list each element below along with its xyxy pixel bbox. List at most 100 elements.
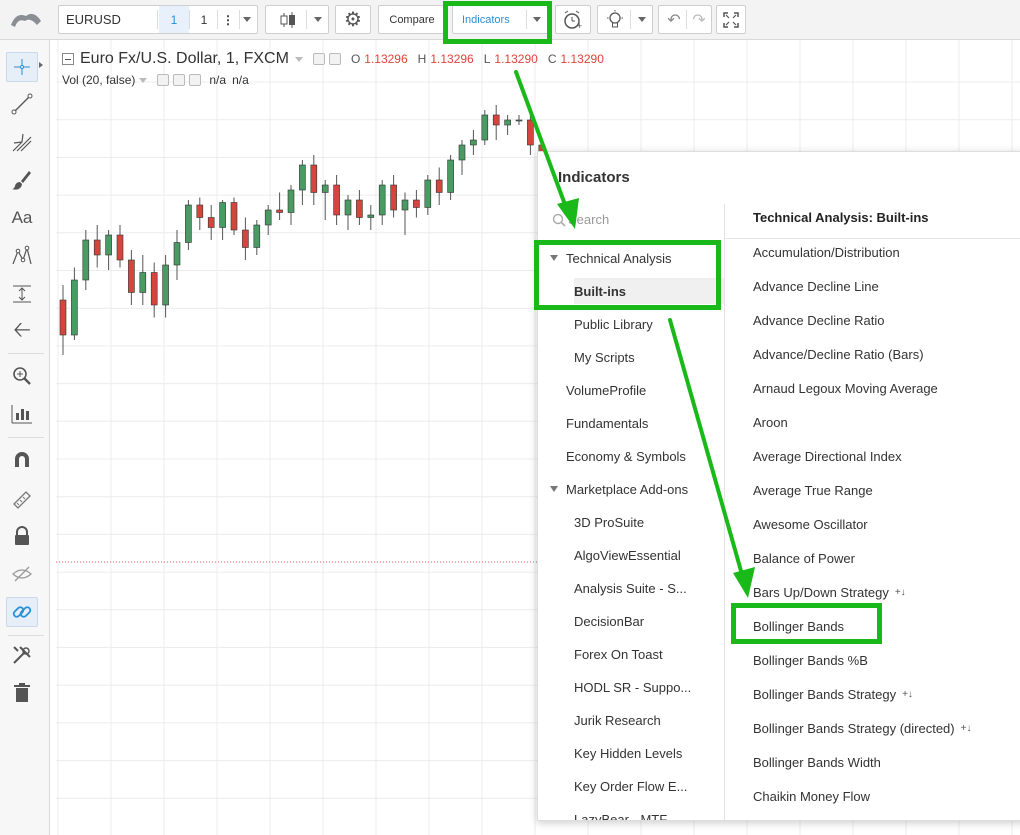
category-item[interactable]: Public Library	[574, 311, 724, 337]
indicator-label: Chaikin Money Flow	[753, 789, 871, 804]
search-field[interactable]: Search	[552, 212, 609, 227]
chevron-down-icon[interactable]	[314, 17, 322, 22]
lock-icon[interactable]	[6, 521, 38, 551]
symbol-input[interactable]: EURUSD	[66, 12, 121, 27]
candle	[128, 250, 135, 305]
undo-redo-group: ↶ ↷	[658, 5, 712, 34]
category-label: VolumeProfile	[566, 382, 647, 398]
search-input[interactable]: Search	[568, 212, 609, 227]
indicator-item[interactable]: Advance Decline Ratio	[753, 308, 885, 332]
category-item[interactable]: VolumeProfile	[550, 377, 720, 403]
crosshair-icon[interactable]	[6, 52, 38, 82]
eye-icon[interactable]	[157, 74, 170, 86]
settings-icon[interactable]	[173, 74, 186, 86]
redo-icon[interactable]: ↷	[688, 10, 710, 30]
category-item[interactable]: Fundamentals	[550, 410, 720, 436]
ideas-button[interactable]	[597, 5, 653, 34]
category-item[interactable]: My Scripts	[574, 344, 724, 370]
trash-icon[interactable]	[6, 678, 38, 708]
text-icon[interactable]: Aa	[6, 203, 38, 233]
chevron-right-icon[interactable]	[39, 62, 43, 68]
indicator-item[interactable]: Awesome Oscillator	[753, 512, 868, 536]
link-icon[interactable]	[6, 597, 38, 627]
compare-button[interactable]: Compare	[378, 5, 446, 34]
category-label: LazyBear - MTF	[574, 811, 668, 821]
indicator-item[interactable]: Average Directional Index	[753, 444, 902, 468]
volume-value: n/a	[209, 73, 227, 87]
dialog-title: Indicators	[558, 169, 630, 186]
category-item[interactable]: HODL SR - Suppo...	[574, 674, 724, 700]
indicator-item[interactable]: Advance/Decline Ratio (Bars)	[753, 342, 924, 366]
indicator-item[interactable]: Advance Decline Line	[753, 274, 879, 298]
settings-button[interactable]: ⚙	[335, 5, 371, 34]
candle	[367, 205, 375, 230]
indicator-item[interactable]: Bollinger Bands Strategy +↓	[753, 683, 913, 707]
category-item[interactable]: DecisionBar	[574, 608, 724, 634]
magnet-icon[interactable]	[6, 445, 38, 475]
indicator-item[interactable]: Balance of Power	[753, 546, 855, 570]
fullscreen-button[interactable]	[716, 5, 746, 34]
category-item[interactable]: LazyBear - MTF	[574, 806, 724, 821]
eye-off-icon[interactable]	[6, 559, 38, 589]
category-item[interactable]: Key Hidden Levels	[574, 740, 724, 766]
candle	[492, 105, 500, 140]
candle	[242, 217, 249, 260]
trend-line-icon[interactable]	[6, 89, 38, 119]
category-item[interactable]: 3D ProSuite	[574, 509, 724, 535]
ohlc-low-value: 1.13290	[494, 52, 538, 66]
interval-active-button[interactable]: 1	[159, 6, 189, 33]
eye-icon[interactable]	[312, 53, 325, 65]
indicator-label: Advance Decline Line	[753, 278, 879, 294]
indicator-item[interactable]: Accumulation/Distribution	[753, 240, 900, 264]
volume-label: Vol (20, false)	[62, 73, 136, 87]
candle	[59, 285, 67, 355]
category-item[interactable]: Key Order Flow E...	[574, 773, 724, 799]
measure-icon[interactable]	[6, 279, 38, 309]
ruler-pencil-icon[interactable]	[6, 483, 38, 513]
category-item[interactable]: AlgoViewEssential	[574, 542, 724, 568]
category-label: DecisionBar	[574, 613, 645, 629]
category-item[interactable]: Forex On Toast	[574, 641, 724, 667]
collapse-icon[interactable]	[62, 53, 74, 65]
category-item[interactable]: Analysis Suite - S...	[574, 575, 724, 601]
alert-button[interactable]: +	[555, 5, 591, 34]
zoom-icon[interactable]	[6, 361, 38, 391]
chevron-down-icon[interactable]	[294, 56, 303, 62]
candle	[173, 230, 181, 280]
chevron-down-icon[interactable]	[638, 17, 646, 22]
volume-legend: Vol (20, false) n/a n/a	[62, 73, 249, 87]
symbol-box[interactable]: EURUSD 1 1 ⋮	[58, 5, 258, 34]
candle	[219, 200, 226, 240]
chevron-down-icon[interactable]	[139, 77, 148, 83]
back-arrow-icon[interactable]: 🡠	[6, 317, 38, 347]
pattern-icon[interactable]	[6, 241, 38, 271]
candle	[447, 155, 454, 200]
wrench-icon[interactable]	[6, 640, 38, 670]
expand-triangle-icon[interactable]	[550, 486, 558, 492]
category-item[interactable]: Jurik Research	[574, 707, 724, 733]
indicator-item[interactable]: Average True Range	[753, 478, 873, 502]
candle	[413, 190, 420, 218]
category-label: Economy & Symbols	[566, 448, 686, 464]
indicator-item[interactable]: Bars Up/Down Strategy +↓	[753, 581, 906, 605]
undo-icon[interactable]: ↶	[663, 10, 685, 30]
interval-button[interactable]: 1	[191, 13, 217, 27]
indicator-item[interactable]: Bollinger Bands Width	[753, 751, 881, 775]
category-label: Forex On Toast	[574, 646, 663, 662]
close-icon[interactable]	[189, 74, 202, 86]
indicator-item[interactable]: Chaikin Money Flow	[753, 785, 870, 809]
indicator-item[interactable]: Arnaud Legoux Moving Average	[753, 376, 938, 400]
indicator-item[interactable]: Bollinger Bands %B	[753, 649, 868, 673]
lightbulb-icon	[607, 9, 623, 27]
chart-type-button[interactable]	[265, 5, 329, 34]
category-item[interactable]: Marketplace Add-ons	[550, 476, 720, 502]
pitchfork-icon[interactable]	[6, 127, 38, 157]
indicator-item[interactable]: Bollinger Bands Strategy (directed) +↓	[753, 717, 971, 741]
more-vertical-icon[interactable]: ⋮	[219, 13, 237, 27]
bars-icon[interactable]	[6, 399, 38, 429]
chevron-down-icon[interactable]	[243, 17, 251, 22]
indicator-item[interactable]: Aroon	[753, 410, 788, 434]
category-item[interactable]: Economy & Symbols	[550, 443, 720, 469]
settings-icon[interactable]	[328, 53, 341, 65]
brush-icon[interactable]	[6, 165, 38, 195]
